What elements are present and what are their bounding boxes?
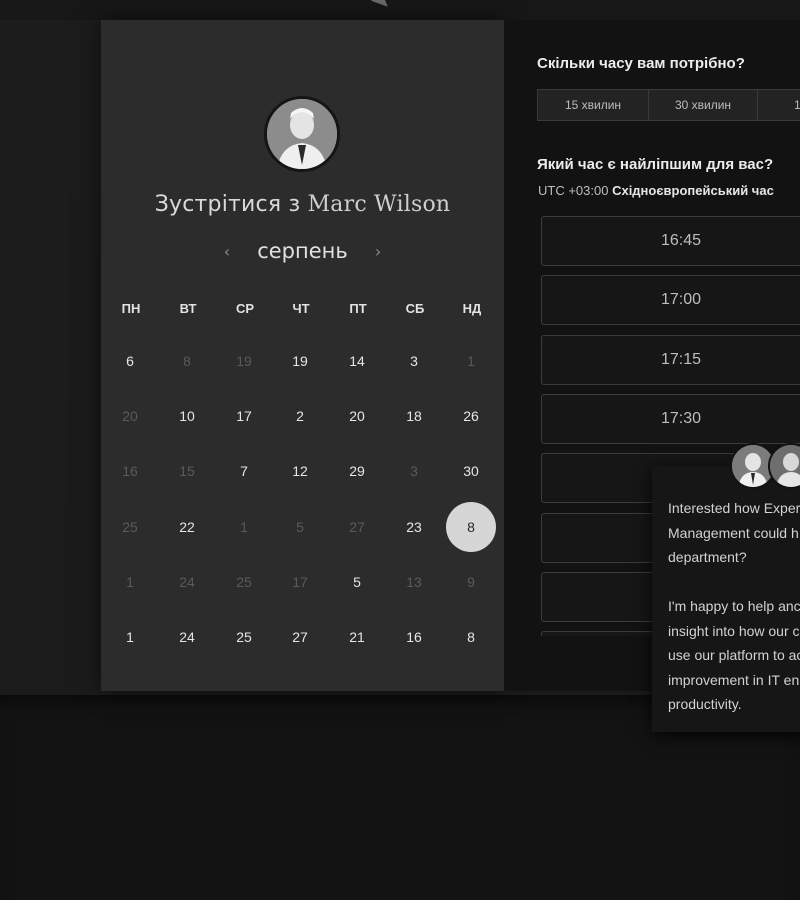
time-slot[interactable]: 17:00 xyxy=(541,275,800,326)
person-icon xyxy=(267,99,337,169)
person-icon xyxy=(770,445,800,487)
calendar-day: 5 xyxy=(296,518,304,535)
calendar-day[interactable]: 5 xyxy=(332,557,382,607)
meet-prefix: Зустрітися з xyxy=(154,192,301,217)
calendar-day: 24 xyxy=(179,573,195,590)
calendar-day[interactable]: 23 xyxy=(389,502,439,552)
time-slot[interactable]: 16:45 xyxy=(541,216,800,266)
chevron-left-icon[interactable]: ‹ xyxy=(224,242,230,261)
calendar-day: 25 xyxy=(236,573,252,590)
calendar-day: 1 xyxy=(126,573,134,590)
duration-options: 15 хвилин 30 хвилин 1 xyxy=(537,89,800,121)
calendar-day[interactable]: 1 xyxy=(105,612,155,662)
calendar-day[interactable]: 3 xyxy=(389,336,439,386)
calendar-day[interactable]: 17 xyxy=(219,391,269,441)
host-avatar xyxy=(264,96,340,172)
weekday-label: ПТ xyxy=(349,301,367,316)
weekday-label: СБ xyxy=(405,301,425,316)
time-slot[interactable]: 17:15 xyxy=(541,334,800,385)
host-name: Marc Wilson xyxy=(307,192,451,217)
calendar-day: 13 xyxy=(406,573,422,590)
calendar-day[interactable]: 25 xyxy=(219,612,269,662)
calendar-day: 3 xyxy=(410,463,418,480)
calendar-day[interactable]: 12 xyxy=(275,446,325,496)
time-slot[interactable]: 17:30 xyxy=(541,393,800,444)
month-navigation: ‹ серпень › xyxy=(101,239,504,263)
calendar-day-selected[interactable]: 8 xyxy=(446,501,496,552)
calendar-day[interactable]: 30 xyxy=(446,446,496,496)
weekday-label: ВТ xyxy=(179,301,197,316)
calendar-day: 25 xyxy=(122,518,138,535)
calendar-day[interactable]: 26 xyxy=(446,391,496,441)
calendar-day[interactable]: 27 xyxy=(275,612,325,662)
calendar-day: 1 xyxy=(240,518,248,535)
calendar-day: 17 xyxy=(292,573,308,590)
duration-question: Скільки часу вам потрібно? xyxy=(537,55,745,72)
weekday-label: СР xyxy=(235,301,255,316)
calendar-day[interactable]: 29 xyxy=(332,446,382,496)
time-question: Який час є найліпшим для вас? xyxy=(537,156,774,173)
weekday-label: ПН xyxy=(121,301,141,316)
weekday-label: НД xyxy=(462,301,482,316)
cursor-arrow-icon xyxy=(370,0,392,7)
calendar-day[interactable]: 22 xyxy=(162,502,212,552)
chat-message: Interested how Exper Management could h … xyxy=(668,500,800,712)
calendar-day: 16 xyxy=(122,463,138,480)
calendar-card: Зустрітися з Marc Wilson ‹ серпень › ПН В… xyxy=(101,20,504,691)
timezone-offset: UTC +03:00 xyxy=(538,183,609,198)
calendar-day[interactable]: 2 xyxy=(275,391,325,441)
weekday-header: ПН ВТ СР ЧТ ПТ СБ НД xyxy=(101,301,504,321)
calendar-day: 8 xyxy=(183,353,191,369)
calendar-day[interactable]: 14 xyxy=(332,336,382,386)
timezone-label: UTC +03:00 Східноєвропейський час xyxy=(538,183,774,198)
calendar-day[interactable]: 6 xyxy=(105,336,155,386)
calendar-day[interactable]: 10 xyxy=(162,391,212,441)
calendar-day[interactable]: 24 xyxy=(162,612,212,662)
meet-title: Зустрітися з Marc Wilson xyxy=(101,192,504,217)
calendar-day[interactable]: 20 xyxy=(332,391,382,441)
calendar-day: 20 xyxy=(122,408,138,425)
calendar-day: 9 xyxy=(467,573,475,590)
calendar-day: 19 xyxy=(236,353,252,369)
calendar-day[interactable]: 16 xyxy=(389,612,439,662)
month-label: серпень xyxy=(257,239,348,263)
calendar-day[interactable]: 7 xyxy=(219,446,269,496)
duration-option-30[interactable]: 30 хвилин xyxy=(649,90,758,120)
chat-popup[interactable]: Interested how Exper Management could h … xyxy=(652,466,800,732)
calendar-day[interactable]: 8 xyxy=(446,612,496,662)
calendar-day: 15 xyxy=(179,463,195,480)
weekday-label: ЧТ xyxy=(292,301,310,316)
calendar-day[interactable]: 18 xyxy=(389,391,439,441)
duration-option-60[interactable]: 1 xyxy=(758,90,800,120)
calendar-day[interactable]: 19 xyxy=(275,336,325,386)
duration-option-15[interactable]: 15 хвилин xyxy=(538,90,649,120)
top-bar xyxy=(0,0,800,20)
timezone-name: Східноєвропейський час xyxy=(612,183,774,198)
calendar-day: 1 xyxy=(467,353,475,369)
calendar-day[interactable]: 21 xyxy=(332,612,382,662)
chevron-right-icon[interactable]: › xyxy=(375,242,381,261)
calendar-day: 27 xyxy=(349,518,365,535)
